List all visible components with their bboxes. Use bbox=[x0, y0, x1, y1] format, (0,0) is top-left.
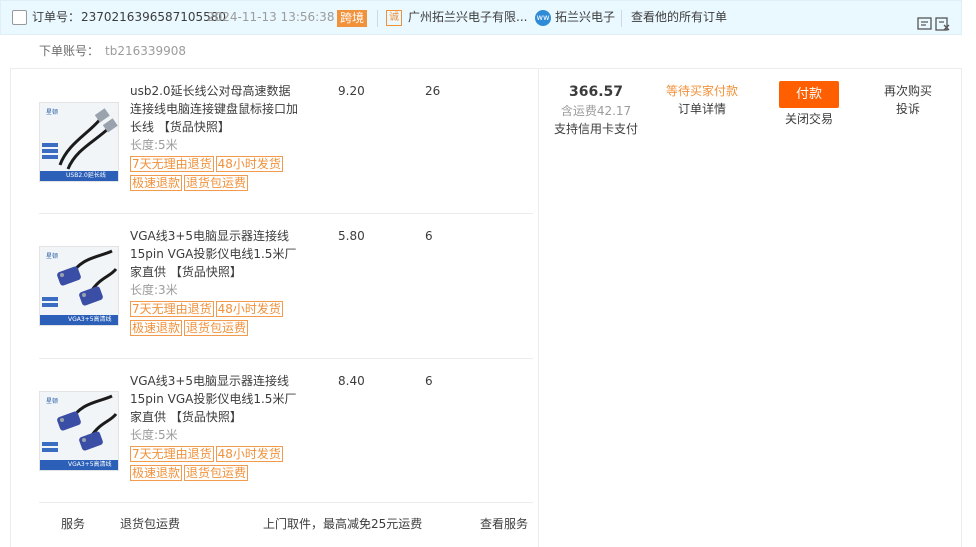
order-item: 星顿 VGA3+5高清线 VGA线3+5电脑显示器连接线15pin VGA投影仪… bbox=[39, 214, 533, 359]
row-divider bbox=[39, 502, 533, 503]
order-item: 星顿 USB2.0延长线 usb2.0延长线公对母高速数据连接线电脑连接键盘鼠标… bbox=[39, 70, 533, 214]
pay-button[interactable]: 付款 bbox=[779, 81, 839, 108]
seller-name-link[interactable]: 拓兰兴电子 bbox=[555, 1, 615, 34]
product-snapshot-link[interactable]: 【货品快照】 bbox=[170, 265, 242, 279]
product-thumbnail[interactable]: 星顿 VGA3+5高清线 bbox=[39, 391, 119, 471]
product-title-link[interactable]: VGA线3+5电脑显示器连接线15pin VGA投影仪电线1.5米厂家直供 【货… bbox=[130, 372, 300, 426]
complain-link[interactable]: 投诉 bbox=[870, 100, 946, 118]
order-number: 2370216396587105580 bbox=[81, 10, 227, 24]
cross-border-badge: 跨境 bbox=[337, 10, 368, 27]
unit-price: 5.80 bbox=[338, 229, 365, 243]
svg-text:星顿: 星顿 bbox=[46, 252, 58, 260]
service-tags: 7天无理由退货 48小时发货极速退款 退货包运费 bbox=[130, 301, 300, 339]
quantity: 6 bbox=[425, 229, 433, 243]
thumb-caption: USB2.0延长线 bbox=[66, 172, 106, 179]
buyer-account-label: 下单账号： bbox=[39, 44, 100, 58]
wangwang-chat-icon[interactable]: ww bbox=[535, 10, 551, 26]
service-label: 服务 bbox=[61, 517, 86, 531]
order-status: 等待买家付款 订单详情 bbox=[652, 82, 752, 118]
tag-7day-return[interactable]: 7天无理由退货 bbox=[130, 156, 214, 172]
tag-7day-return[interactable]: 7天无理由退货 bbox=[130, 446, 214, 462]
buyer-account-value: tb216339908 bbox=[105, 44, 187, 58]
product-thumbnail[interactable]: 星顿 VGA3+5高清线 bbox=[39, 246, 119, 326]
rebuy-link[interactable]: 再次购买 bbox=[870, 82, 946, 100]
thumb-caption: VGA3+5高清线 bbox=[68, 316, 112, 323]
product-spec: 长度:3米 bbox=[130, 283, 178, 297]
view-all-orders-link[interactable]: 查看他的所有订单 bbox=[631, 1, 727, 34]
unit-price: 8.40 bbox=[338, 374, 365, 388]
service-tags: 7天无理由退货 48小时发货极速退款 退货包运费 bbox=[130, 156, 300, 194]
buyer-account: 下单账号： tb216339908 bbox=[39, 42, 186, 60]
order-item: 星顿 VGA3+5高清线 VGA线3+5电脑显示器连接线15pin VGA投影仪… bbox=[39, 359, 533, 503]
close-transaction-link[interactable]: 关闭交易 bbox=[779, 110, 839, 128]
product-snapshot-link[interactable]: 【货品快照】 bbox=[170, 410, 242, 424]
tag-48h-ship[interactable]: 48小时发货 bbox=[215, 301, 283, 317]
product-title-link[interactable]: VGA线3+5电脑显示器连接线15pin VGA投影仪电线1.5米厂家直供 【货… bbox=[130, 227, 300, 281]
tag-48h-ship[interactable]: 48小时发货 bbox=[215, 446, 283, 462]
order-number-label: 订单号： bbox=[32, 10, 81, 24]
shipping-fee: 含运费42.17 bbox=[560, 104, 632, 118]
svg-text:星顿: 星顿 bbox=[46, 108, 58, 116]
service-tags: 7天无理由退货 48小时发货极速退款 退货包运费 bbox=[130, 446, 300, 484]
order-header: 订单号： 2370216396587105580 2024-11-13 13:5… bbox=[0, 0, 962, 35]
other-actions: 再次购买 投诉 bbox=[870, 82, 946, 118]
tag-return-shipping[interactable]: 退货包运费 bbox=[184, 465, 249, 481]
total-amount: 366.57 bbox=[568, 84, 624, 100]
status-text: 等待买家付款 bbox=[665, 84, 738, 98]
order-date: 2024-11-13 13:56:38 bbox=[207, 10, 335, 24]
product-spec: 长度:5米 bbox=[130, 138, 178, 152]
product-spec: 长度:5米 bbox=[130, 428, 178, 442]
note-icon[interactable] bbox=[917, 11, 932, 30]
quantity: 6 bbox=[425, 374, 433, 388]
product-snapshot-link[interactable]: 【货品快照】 bbox=[158, 120, 230, 134]
tag-fast-refund[interactable]: 极速退款 bbox=[130, 465, 183, 481]
tag-return-shipping[interactable]: 退货包运费 bbox=[184, 175, 249, 191]
product-thumbnail[interactable]: 星顿 USB2.0延长线 bbox=[39, 102, 119, 182]
column-divider bbox=[538, 69, 539, 547]
credit-card-support: 支持信用卡支付 bbox=[553, 122, 638, 136]
quantity: 26 bbox=[425, 84, 441, 98]
shop-name-link[interactable]: 广州拓兰兴电子有限... bbox=[408, 1, 527, 34]
delete-order-icon[interactable] bbox=[935, 11, 950, 31]
tag-fast-refund[interactable]: 极速退款 bbox=[130, 175, 183, 191]
divider bbox=[621, 10, 622, 27]
shop-badge-icon: 诚 bbox=[386, 10, 402, 26]
tag-fast-refund[interactable]: 极速退款 bbox=[130, 320, 183, 336]
tag-48h-ship[interactable]: 48小时发货 bbox=[215, 156, 283, 172]
unit-price: 9.20 bbox=[338, 84, 365, 98]
order-checkbox[interactable] bbox=[12, 10, 27, 25]
order-total: 366.57 含运费42.17 支持信用卡支付 bbox=[540, 82, 652, 138]
service-description: 上门取件，最高减免25元运费 bbox=[263, 517, 423, 531]
order-details-link[interactable]: 订单详情 bbox=[652, 100, 752, 118]
view-service-link[interactable]: 查看服务 bbox=[480, 515, 528, 533]
service-name: 退货包运费 bbox=[120, 517, 181, 531]
svg-text:星顿: 星顿 bbox=[46, 397, 58, 405]
divider bbox=[377, 10, 378, 27]
tag-7day-return[interactable]: 7天无理由退货 bbox=[130, 301, 214, 317]
thumb-caption: VGA3+5高清线 bbox=[68, 461, 112, 468]
product-title-link[interactable]: usb2.0延长线公对母高速数据连接线电脑连接键盘鼠标接口加长线 【货品快照】 bbox=[130, 82, 300, 136]
tag-return-shipping[interactable]: 退货包运费 bbox=[184, 320, 249, 336]
